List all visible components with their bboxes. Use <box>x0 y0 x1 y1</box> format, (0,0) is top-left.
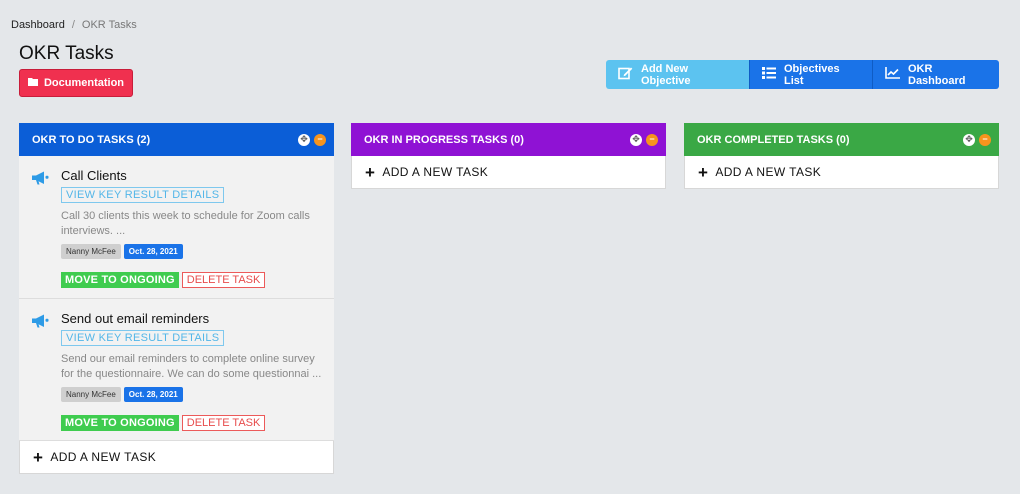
task-description: Send our email reminders to complete onl… <box>61 352 324 382</box>
in-progress-column: OKR IN PROGRESS TASKS (0) ✥ − + ADD A NE… <box>351 123 666 189</box>
expand-icon[interactable]: ✥ <box>630 133 642 146</box>
in-progress-column-title: OKR IN PROGRESS TASKS (0) <box>364 133 524 146</box>
minimize-icon[interactable]: − <box>314 133 326 146</box>
add-new-objective-label: Add New Objective <box>641 62 691 87</box>
task-description-line: interviews. ... <box>61 225 126 237</box>
header-button-group: Add New Objective Objectives List OKR Da… <box>606 60 999 89</box>
add-new-task-button[interactable]: + ADD A NEW TASK <box>19 441 334 474</box>
move-to-ongoing-button[interactable]: MOVE TO ONGOING <box>61 272 179 288</box>
completed-column-title: OKR COMPLETED TASKS (0) <box>697 133 850 146</box>
megaphone-icon <box>31 171 49 185</box>
completed-column: OKR COMPLETED TASKS (0) ✥ − + ADD A NEW … <box>684 123 999 189</box>
task-title: Send out email reminders <box>61 311 210 326</box>
plus-icon: + <box>365 162 376 182</box>
add-new-task-button[interactable]: + ADD A NEW TASK <box>684 156 999 189</box>
line-chart-icon <box>885 67 900 82</box>
breadcrumb-separator: / <box>71 19 75 31</box>
view-key-result-button[interactable]: VIEW KEY RESULT DETAILS <box>61 330 225 346</box>
add-new-task-label: ADD A NEW TASK <box>382 165 489 179</box>
plus-icon: + <box>698 162 709 182</box>
expand-icon[interactable]: ✥ <box>963 133 975 146</box>
documentation-button[interactable]: Documentation <box>19 69 133 97</box>
megaphone-icon <box>31 314 49 328</box>
breadcrumb-current: OKR Tasks <box>81 19 137 31</box>
assignee-badge: Nanny McFee <box>61 244 121 259</box>
todo-column-header: OKR TO DO TASKS (2) ✥ − <box>19 123 334 156</box>
objectives-list-button[interactable]: Objectives List <box>749 60 872 89</box>
todo-column: OKR TO DO TASKS (2) ✥ − Call Clients VIE… <box>19 123 334 474</box>
documentation-label: Documentation <box>43 77 125 89</box>
objectives-list-label: Objectives List <box>784 62 840 87</box>
okr-dashboard-label: OKR Dashboard <box>908 62 966 87</box>
task-title: Call Clients <box>61 168 127 183</box>
minimize-icon[interactable]: − <box>979 133 991 146</box>
task-card: Call Clients VIEW KEY RESULT DETAILS Cal… <box>19 156 334 299</box>
add-new-task-label: ADD A NEW TASK <box>715 165 822 179</box>
task-card: Send out email reminders VIEW KEY RESULT… <box>19 299 334 441</box>
add-new-task-label: ADD A NEW TASK <box>50 450 157 464</box>
edit-icon <box>618 66 633 83</box>
minimize-icon[interactable]: − <box>646 133 658 146</box>
okr-dashboard-button[interactable]: OKR Dashboard <box>872 60 999 89</box>
task-description-line: Send our email reminders to complete onl… <box>61 353 315 365</box>
task-description: Call 30 clients this week to schedule fo… <box>61 209 324 239</box>
date-badge: Oct. 28, 2021 <box>123 244 183 259</box>
assignee-badge: Nanny McFee <box>61 387 121 402</box>
delete-task-button[interactable]: DELETE TASK <box>181 272 266 288</box>
in-progress-column-header: OKR IN PROGRESS TASKS (0) ✥ − <box>351 123 666 156</box>
folder-icon <box>27 77 38 89</box>
add-new-task-button[interactable]: + ADD A NEW TASK <box>351 156 666 189</box>
date-badge: Oct. 28, 2021 <box>123 387 183 402</box>
todo-column-title: OKR TO DO TASKS (2) <box>32 133 151 146</box>
task-description-line: for the questionnaire. We can do some qu… <box>61 368 322 380</box>
page-title: OKR Tasks <box>19 43 114 64</box>
add-new-objective-button[interactable]: Add New Objective <box>606 60 749 89</box>
list-icon <box>762 67 776 82</box>
view-key-result-button[interactable]: VIEW KEY RESULT DETAILS <box>61 187 225 203</box>
task-description-line: Call 30 clients this week to schedule fo… <box>61 210 310 222</box>
breadcrumb-dashboard-link[interactable]: Dashboard <box>11 19 65 31</box>
breadcrumb: Dashboard / OKR Tasks <box>11 19 137 31</box>
plus-icon: + <box>33 447 44 467</box>
delete-task-button[interactable]: DELETE TASK <box>181 415 266 431</box>
completed-column-header: OKR COMPLETED TASKS (0) ✥ − <box>684 123 999 156</box>
expand-icon[interactable]: ✥ <box>298 133 310 146</box>
move-to-ongoing-button[interactable]: MOVE TO ONGOING <box>61 415 179 431</box>
